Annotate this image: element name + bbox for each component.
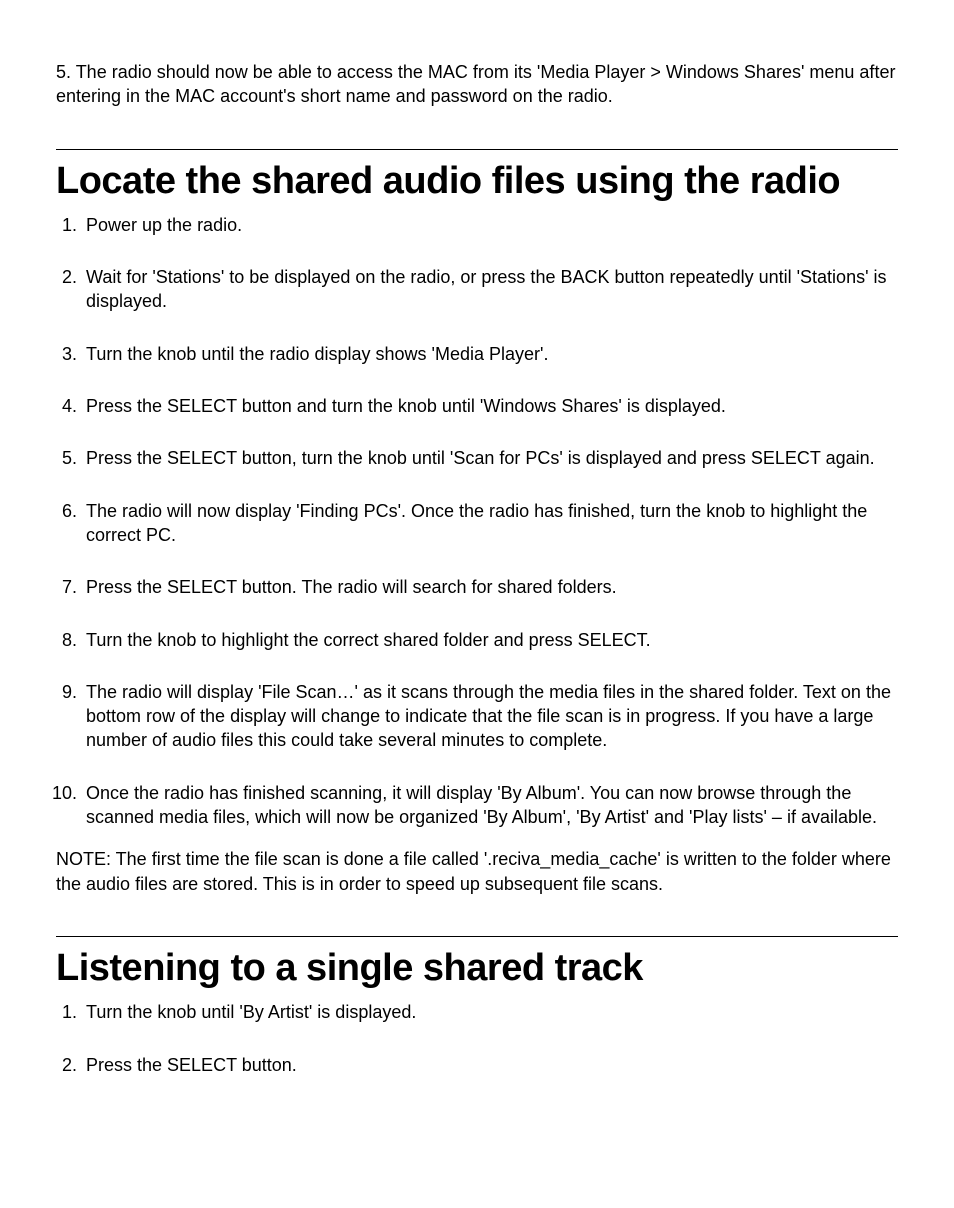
list-item: The radio will now display 'Finding PCs'… <box>82 499 898 548</box>
list-item: Press the SELECT button. The radio will … <box>82 575 898 599</box>
list-item: Turn the knob until the radio display sh… <box>82 342 898 366</box>
list-item: Turn the knob to highlight the correct s… <box>82 628 898 652</box>
list-item: Press the SELECT button. <box>82 1053 898 1077</box>
locate-steps-list: Power up the radio. Wait for 'Stations' … <box>56 213 898 829</box>
section-locate-shared-files: Locate the shared audio files using the … <box>56 149 898 896</box>
section-listening-single-track: Listening to a single shared track Turn … <box>56 936 898 1077</box>
list-item: Turn the knob until 'By Artist' is displ… <box>82 1000 898 1024</box>
list-item: Once the radio has finished scanning, it… <box>82 781 898 830</box>
heading-locate: Locate the shared audio files using the … <box>56 149 898 207</box>
list-item: Press the SELECT button and turn the kno… <box>82 394 898 418</box>
heading-listening: Listening to a single shared track <box>56 936 898 994</box>
intro-paragraph: 5. The radio should now be able to acces… <box>56 60 898 109</box>
list-item: Power up the radio. <box>82 213 898 237</box>
list-item: Wait for 'Stations' to be displayed on t… <box>82 265 898 314</box>
listening-steps-list: Turn the knob until 'By Artist' is displ… <box>56 1000 898 1077</box>
note-paragraph: NOTE: The first time the file scan is do… <box>56 847 898 896</box>
list-item: Press the SELECT button, turn the knob u… <box>82 446 898 470</box>
list-item: The radio will display 'File Scan…' as i… <box>82 680 898 753</box>
